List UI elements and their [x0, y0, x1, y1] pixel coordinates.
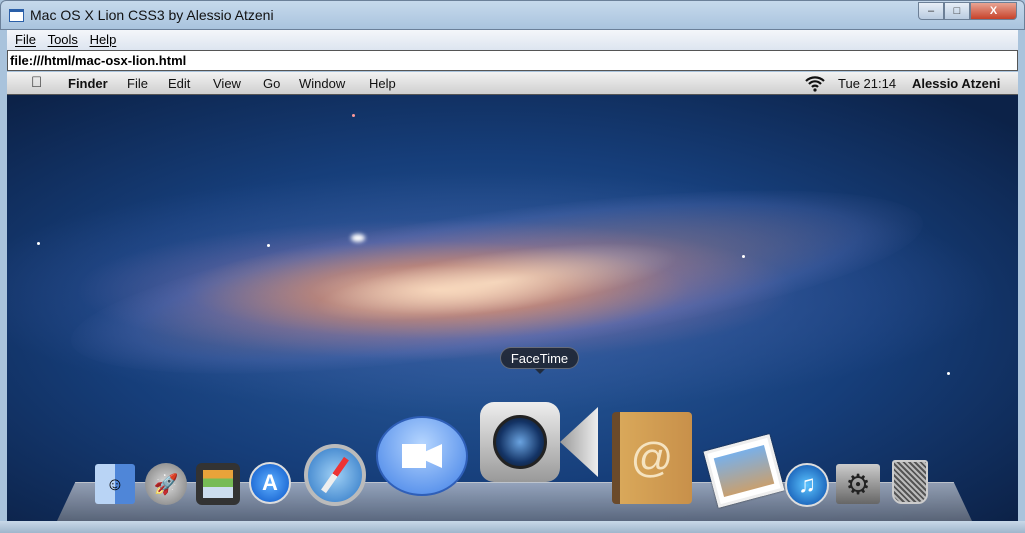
menu-help[interactable]: Help	[90, 32, 117, 47]
dock-tooltip: FaceTime	[500, 347, 579, 374]
browser-menubar: File Tools Help	[7, 30, 1018, 50]
user-name[interactable]: Alessio Atzeni	[912, 76, 1000, 91]
minimize-button[interactable]: –	[918, 2, 944, 20]
menu-help[interactable]: Help	[369, 76, 396, 91]
menu-file[interactable]: File	[15, 32, 36, 47]
dock-launchpad[interactable]: 🚀	[145, 463, 187, 505]
window-bottom-border	[0, 521, 1025, 533]
apple-icon[interactable]: 	[31, 74, 42, 91]
dock-app-store[interactable]: A	[249, 462, 291, 504]
mission-control-icon	[203, 470, 233, 498]
video-camera-icon	[402, 444, 442, 468]
gear-icon: ⚙	[845, 468, 871, 500]
desktop:  Finder File Edit View Go Window Help T…	[7, 72, 1018, 521]
menu-view[interactable]: View	[213, 76, 241, 91]
mac-menubar:  Finder File Edit View Go Window Help T…	[7, 72, 1018, 95]
compass-icon	[321, 456, 349, 494]
photo-icon	[713, 444, 775, 498]
star	[351, 234, 365, 242]
at-sign-icon: @	[630, 434, 674, 481]
menu-go[interactable]: Go	[263, 76, 280, 91]
close-button[interactable]: X	[970, 2, 1017, 20]
dock-mission-control[interactable]	[196, 463, 240, 505]
star	[37, 242, 40, 245]
dock-ichat[interactable]	[376, 416, 468, 496]
maximize-button[interactable]: □	[944, 2, 970, 20]
facetime-triangle-icon	[560, 407, 598, 477]
finder-icon: ☺	[105, 473, 125, 494]
menu-finder[interactable]: Finder	[68, 76, 108, 91]
dock-itunes[interactable]: ♫	[785, 463, 829, 507]
window-titlebar: Mac OS X Lion CSS3 by Alessio Atzeni – □…	[0, 0, 1025, 30]
dock-facetime[interactable]	[480, 402, 560, 482]
dock-address-book[interactable]: @	[612, 412, 692, 504]
galaxy-wallpaper	[61, 152, 933, 412]
menu-file[interactable]: File	[127, 76, 148, 91]
window-app-icon	[9, 9, 24, 22]
star	[267, 244, 270, 247]
clock[interactable]: Tue 21:14	[838, 76, 896, 91]
menu-tools[interactable]: Tools	[48, 32, 78, 47]
music-note-icon: ♫	[798, 471, 816, 498]
dock-shelf	[57, 482, 972, 521]
dock-finder[interactable]: ☺	[95, 464, 135, 504]
menu-window[interactable]: Window	[299, 76, 345, 91]
dock-safari[interactable]	[304, 444, 366, 506]
menu-edit[interactable]: Edit	[168, 76, 190, 91]
dock-system-preferences[interactable]: ⚙	[836, 464, 880, 504]
rocket-icon: 🚀	[153, 473, 179, 496]
star	[947, 372, 950, 375]
star	[352, 114, 355, 117]
wifi-icon[interactable]	[804, 74, 826, 95]
camera-lens-icon	[493, 415, 547, 469]
address-bar[interactable]: file:///html/mac-osx-lion.html	[7, 50, 1018, 71]
window-title: Mac OS X Lion CSS3 by Alessio Atzeni	[30, 7, 274, 23]
app-store-icon: A	[262, 470, 278, 495]
star	[742, 255, 745, 258]
dock-trash[interactable]	[892, 460, 928, 504]
